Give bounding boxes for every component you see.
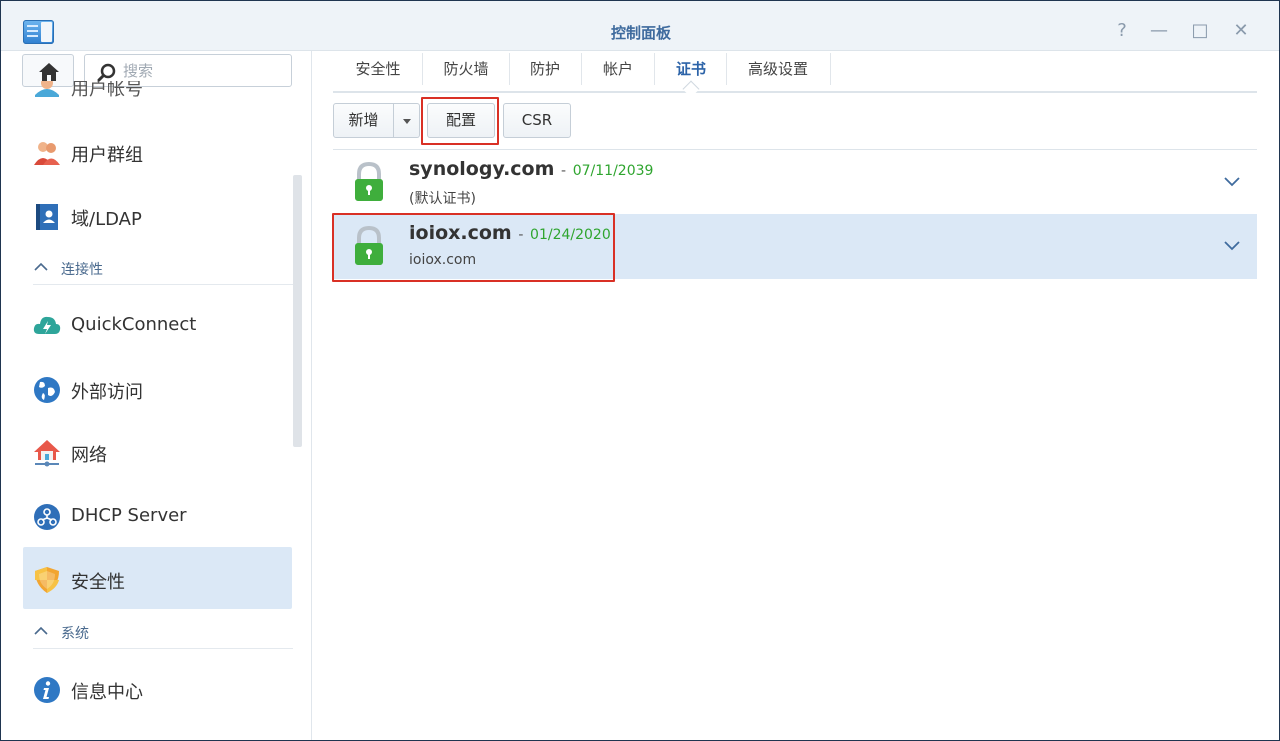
sidebar-item-label: 域/LDAP bbox=[71, 209, 142, 230]
search-input[interactable] bbox=[123, 61, 283, 81]
tab-divider bbox=[726, 53, 727, 85]
csr-button[interactable]: CSR bbox=[503, 103, 571, 138]
shield-icon bbox=[35, 567, 59, 593]
sidebar-item-label: 信息中心 bbox=[71, 682, 143, 703]
certificate-domain: synology.com bbox=[409, 158, 555, 180]
sidebar: 用户帐号 用户群组 域/LDAP 连接性 bbox=[1, 51, 312, 740]
sidebar-item-label: 用户群组 bbox=[71, 145, 143, 166]
tab-firewall[interactable]: 防火墙 bbox=[431, 51, 501, 87]
tab-divider bbox=[422, 53, 423, 85]
minimize-icon[interactable]: — bbox=[1146, 18, 1172, 44]
sidebar-item-info-center[interactable]: 信息中心 bbox=[23, 657, 292, 719]
certificate-row[interactable]: synology.com - 07/11/2039 (默认证书) bbox=[333, 150, 1257, 215]
tab-security[interactable]: 安全性 bbox=[343, 51, 413, 87]
sidebar-item-label: 网络 bbox=[71, 445, 107, 466]
sidebar-item-label: 安全性 bbox=[71, 572, 125, 593]
network-icon bbox=[34, 440, 60, 467]
maximize-icon[interactable]: □ bbox=[1187, 18, 1213, 44]
sidebar-item-quickconnect[interactable]: QuickConnect bbox=[23, 293, 292, 355]
chevron-up-icon bbox=[34, 626, 48, 635]
lock-icon bbox=[355, 226, 383, 265]
certificate-title: ioiox.com - 01/24/2020 bbox=[409, 222, 611, 244]
configure-button[interactable]: 配置 bbox=[427, 103, 495, 138]
lock-icon bbox=[355, 162, 383, 201]
control-panel-app-icon bbox=[23, 20, 54, 44]
sidebar-item-domain-ldap[interactable]: 域/LDAP bbox=[23, 184, 292, 246]
window-title: 控制面板 bbox=[610, 24, 671, 42]
main-panel: 安全性 防火墙 防护 帐户 证书 高级设置 新增 配置 CSR synology… bbox=[313, 51, 1279, 740]
close-icon[interactable]: ✕ bbox=[1228, 18, 1254, 44]
add-dropdown-button[interactable] bbox=[394, 103, 420, 138]
certificate-row[interactable]: ioiox.com - 01/24/2020 ioiox.com bbox=[333, 214, 1257, 279]
certificate-subtitle: ioiox.com bbox=[409, 252, 477, 268]
tab-advanced[interactable]: 高级设置 bbox=[735, 51, 821, 87]
tab-divider bbox=[830, 53, 831, 85]
info-icon bbox=[34, 677, 60, 703]
section-connectivity[interactable]: 连接性 bbox=[33, 257, 293, 285]
sidebar-item-label: 外部访问 bbox=[71, 382, 143, 403]
user-icon bbox=[35, 81, 59, 97]
control-panel-window: 控制面板 ? — □ ✕ 用户帐号 bbox=[0, 0, 1280, 741]
sidebar-scrollbar[interactable] bbox=[293, 175, 302, 447]
certificate-subtitle: (默认证书) bbox=[409, 191, 476, 207]
sidebar-item-network[interactable]: 网络 bbox=[23, 420, 292, 482]
domain-icon bbox=[36, 204, 58, 230]
certificate-separator: - bbox=[561, 163, 567, 179]
home-icon bbox=[39, 63, 59, 81]
section-label: 连接性 bbox=[61, 262, 103, 278]
certificate-expiry: 07/11/2039 bbox=[572, 163, 654, 179]
section-label: 系统 bbox=[61, 626, 89, 642]
search-icon bbox=[97, 63, 116, 82]
sidebar-item-security[interactable]: 安全性 bbox=[23, 547, 292, 609]
help-icon[interactable]: ? bbox=[1109, 18, 1135, 44]
certificate-separator: - bbox=[518, 227, 524, 243]
tab-divider bbox=[509, 53, 510, 85]
chevron-up-icon bbox=[34, 262, 48, 271]
section-system[interactable]: 系统 bbox=[33, 621, 293, 649]
tab-divider bbox=[581, 53, 582, 85]
globe-icon bbox=[34, 377, 60, 403]
tab-account[interactable]: 帐户 bbox=[590, 51, 646, 87]
chevron-down-icon[interactable] bbox=[1223, 236, 1241, 254]
chevron-down-icon[interactable] bbox=[1223, 172, 1241, 190]
sidebar-item-label: 用户帐号 bbox=[71, 81, 143, 100]
sidebar-item-dhcp-server[interactable]: DHCP Server bbox=[23, 484, 292, 546]
sidebar-item-label: QuickConnect bbox=[71, 314, 197, 335]
certificate-title: synology.com - 07/11/2039 bbox=[409, 158, 653, 180]
add-button[interactable]: 新增 bbox=[333, 103, 394, 138]
sidebar-item-label: DHCP Server bbox=[71, 505, 187, 526]
dhcp-icon bbox=[34, 504, 60, 530]
sidebar-item-user-group[interactable]: 用户群组 bbox=[23, 120, 292, 182]
certificate-domain: ioiox.com bbox=[409, 222, 512, 244]
title-bar: 控制面板 ? — □ ✕ bbox=[1, 1, 1279, 51]
group-icon bbox=[34, 142, 60, 165]
toolbar: 新增 配置 CSR bbox=[333, 103, 1257, 139]
tab-divider bbox=[654, 53, 655, 85]
sidebar-item-user-account[interactable]: 用户帐号 bbox=[23, 81, 292, 121]
tab-bar: 安全性 防火墙 防护 帐户 证书 高级设置 bbox=[333, 51, 1257, 98]
tab-protection[interactable]: 防护 bbox=[517, 51, 573, 87]
sidebar-item-external-access[interactable]: 外部访问 bbox=[23, 357, 292, 419]
certificate-expiry: 01/24/2020 bbox=[530, 227, 611, 243]
quickconnect-icon bbox=[33, 316, 61, 334]
